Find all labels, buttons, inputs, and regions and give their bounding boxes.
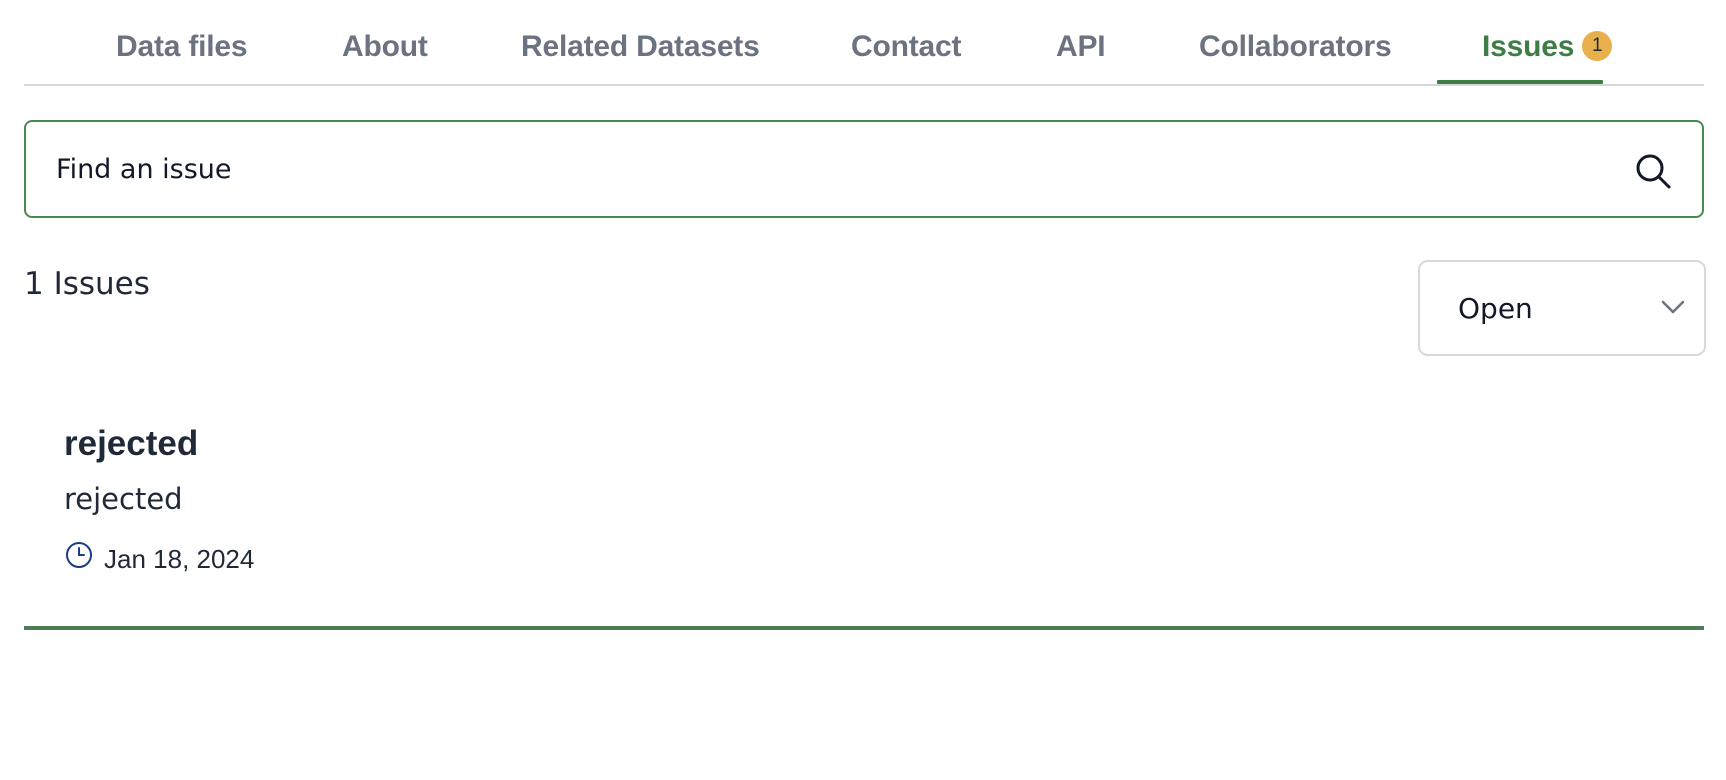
tab-about[interactable]: About: [342, 30, 428, 64]
issue-description: rejected: [64, 482, 183, 516]
tab-bar: Data files About Related Datasets Contac…: [24, 0, 1704, 86]
chevron-down-icon: [1661, 300, 1685, 314]
tab-contact[interactable]: Contact: [851, 30, 961, 64]
issues-count-label: 1 Issues: [24, 266, 150, 302]
tab-issues[interactable]: Issues 1: [1482, 30, 1613, 64]
issue-date: Jan 18, 2024: [104, 544, 255, 574]
issues-page: Data files About Related Datasets Contac…: [0, 0, 1726, 780]
issue-title[interactable]: rejected: [64, 424, 198, 464]
tab-data-files[interactable]: Data files: [116, 30, 248, 64]
search-icon[interactable]: [1634, 152, 1672, 190]
active-tab-indicator: [1437, 80, 1603, 84]
status-filter-value: Open: [1458, 292, 1533, 325]
status-filter-select[interactable]: Open: [1418, 260, 1706, 356]
issues-count-badge: 1: [1582, 31, 1613, 62]
issue-search-input[interactable]: [56, 122, 1596, 216]
tab-api[interactable]: API: [1056, 30, 1106, 64]
tab-collaborators[interactable]: Collaborators: [1199, 30, 1392, 64]
issue-search-box: [24, 120, 1704, 218]
clock-icon: [66, 542, 92, 568]
issue-list-item: rejected rejected Jan 18, 2024: [24, 400, 1704, 630]
tab-related-datasets[interactable]: Related Datasets: [521, 30, 760, 64]
tab-issues-label: Issues: [1482, 30, 1575, 63]
